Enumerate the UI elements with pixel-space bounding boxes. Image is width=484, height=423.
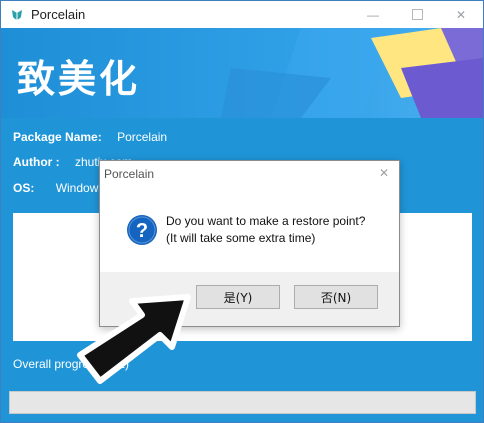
- tulip-app-icon: [9, 7, 25, 23]
- package-value: Porcelain: [117, 130, 168, 144]
- header-banner: 致美化: [1, 28, 483, 118]
- os-row: OS: Windows: [13, 181, 104, 195]
- svg-text:?: ?: [136, 220, 148, 242]
- close-icon: ✕: [455, 7, 467, 22]
- dialog-message: Do you want to make a restore point? (It…: [166, 213, 365, 247]
- dialog-body: ? Do you want to make a restore point? (…: [100, 187, 399, 273]
- banner-title: 致美化: [17, 57, 141, 101]
- title-bar: Porcelain — ✕: [1, 1, 483, 28]
- dialog-close-icon[interactable]: ✕: [379, 166, 389, 180]
- question-icon: ?: [127, 215, 157, 245]
- package-row: Package Name: Porcelain: [13, 130, 167, 144]
- author-label: Author :: [13, 155, 60, 169]
- yes-button[interactable]: 是(Y): [196, 285, 280, 309]
- dialog-title: Porcelain: [104, 167, 155, 181]
- dialog-message-line1: Do you want to make a restore point?: [166, 214, 366, 228]
- os-label: OS:: [13, 181, 35, 195]
- window-title: Porcelain: [31, 7, 86, 22]
- close-button[interactable]: ✕: [439, 1, 483, 28]
- minimize-icon: —: [367, 7, 379, 22]
- minimize-button[interactable]: —: [351, 1, 395, 28]
- package-label: Package Name:: [13, 130, 102, 144]
- no-button[interactable]: 否(N): [294, 285, 378, 309]
- maximize-button[interactable]: [395, 1, 439, 28]
- maximize-icon: [411, 9, 423, 20]
- pointer-arrow-icon: [77, 294, 191, 384]
- dialog-message-line2: (It will take some extra time): [166, 231, 316, 245]
- dialog-title-bar: Porcelain ✕: [100, 161, 399, 187]
- os-value: Windows: [55, 181, 105, 195]
